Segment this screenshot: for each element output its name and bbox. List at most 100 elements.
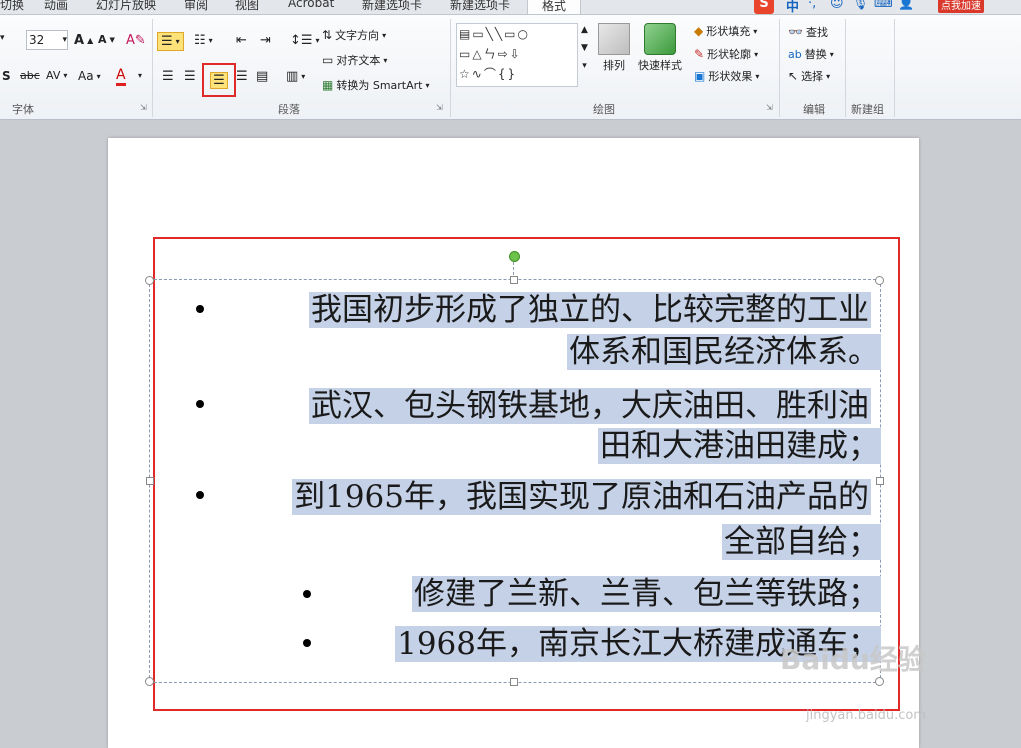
columns-icon[interactable]: ▥ ▾ — [286, 69, 305, 84]
align-right-button[interactable]: ☰ — [202, 63, 236, 97]
separator — [450, 19, 451, 117]
grow-font-icon[interactable]: A ▲ — [74, 33, 93, 48]
bullet-2 — [196, 400, 204, 408]
font-name-dropdown[interactable]: ▾ — [0, 33, 5, 43]
find-label: 查找 — [805, 26, 828, 39]
line-spacing-icon[interactable]: ↕☰ ▾ — [290, 33, 320, 48]
distributed-icon[interactable]: ▤ — [256, 69, 268, 84]
font-color-dropdown-icon[interactable]: ▾ — [138, 71, 142, 80]
emoji-icon[interactable]: ☺ — [830, 0, 844, 11]
tab-acrobat[interactable]: Acrobat — [288, 0, 334, 10]
resize-handle-r[interactable] — [876, 477, 884, 485]
resize-handle-br[interactable] — [875, 677, 884, 686]
user-icon[interactable]: 👤 — [898, 0, 914, 11]
ime-lang[interactable]: 中 — [786, 0, 799, 15]
increase-indent-icon[interactable]: ⇥ — [260, 33, 271, 48]
align-center-icon[interactable]: ☰ — [184, 69, 196, 84]
tab-review[interactable]: 审阅 — [184, 0, 208, 13]
slide-text-line[interactable]: 修建了兰新、兰青、包兰等铁路； — [412, 574, 881, 614]
shapes-row-2: ▭△ㄣ⇨⇩ — [459, 47, 522, 61]
bullets-button[interactable]: ☰ ▾ — [157, 32, 184, 51]
decrease-indent-icon[interactable]: ⇤ — [236, 33, 247, 48]
resize-handle-l[interactable] — [146, 477, 154, 485]
baidu-watermark: Baidu经验 — [780, 643, 926, 676]
slide-text-line[interactable]: 田和大港油田建成； — [598, 426, 881, 466]
bullet-4 — [303, 590, 311, 598]
resize-handle-bl[interactable] — [145, 677, 154, 686]
paragraph-dialog-launcher-icon[interactable]: ⇲ — [436, 103, 443, 112]
resize-handle-b[interactable] — [510, 678, 518, 686]
resize-handle-t[interactable] — [510, 276, 518, 284]
align-text-label: 对齐文本 — [336, 54, 381, 67]
font-group-label: 字体 — [12, 103, 34, 116]
shape-effects-button[interactable]: ▣ 形状效果 ▾ — [694, 68, 759, 84]
shape-fill-label: 形状填充 — [706, 25, 751, 38]
select-button[interactable]: ↖ 选择 ▾ — [788, 68, 830, 84]
sogou-icon[interactable]: S — [754, 0, 774, 14]
clear-format-icon[interactable]: A✎ — [126, 33, 146, 48]
keyboard-icon[interactable]: ⌨ — [874, 0, 893, 11]
tab-view[interactable]: 视图 — [235, 0, 259, 13]
shape-outline-icon: ✎ — [694, 47, 705, 61]
shapes-gallery[interactable]: ▤▭╲╲▭○ ▭△ㄣ⇨⇩ ☆∿⌒{} — [456, 23, 578, 87]
replace-button[interactable]: ab 替换 ▾ — [788, 46, 834, 62]
tab-format[interactable]: 格式 — [527, 0, 582, 14]
shape-fill-icon: ◆ — [694, 24, 704, 38]
tab-new-1[interactable]: 新建选项卡 — [362, 0, 422, 13]
shapes-row-1: ▤▭╲╲▭○ — [459, 27, 530, 41]
shape-effects-icon: ▣ — [694, 69, 706, 83]
shrink-font-icon[interactable]: A ▼ — [98, 33, 115, 46]
arrange-icon — [598, 23, 630, 55]
convert-smartart-button[interactable]: ▦ 转换为 SmartArt ▾ — [322, 77, 430, 93]
tab-new-2[interactable]: 新建选项卡 — [450, 0, 510, 13]
tab-transitions[interactable]: 切换 — [0, 0, 24, 13]
change-case-icon[interactable]: Aa ▾ — [78, 69, 101, 83]
slide-text-line[interactable]: 我国初步形成了独立的、比较完整的工业 — [309, 290, 871, 330]
shapes-scroll-icon[interactable]: ▲ ▼ ▾ — [581, 25, 588, 71]
replace-icon: ab — [788, 47, 802, 61]
punct-icon[interactable]: ·, — [808, 0, 816, 11]
tab-slideshow[interactable]: 幻灯片放映 — [96, 0, 156, 13]
font-size-box[interactable]: 32 ▾ — [26, 30, 68, 50]
justify-icon[interactable]: ☰ — [236, 69, 248, 84]
ribbon: ▾ 32 ▾ A ▲ A ▼ A✎ S abc AV ▾ Aa ▾ A ▾ 字体 ⇲ ☰ ▾… — [0, 15, 1021, 120]
slide-text-line[interactable]: 体系和国民经济体系。 — [567, 332, 881, 372]
shape-outline-label: 形状轮廓 — [707, 48, 752, 61]
shape-fill-button[interactable]: ◆ 形状填充 ▾ — [694, 23, 757, 39]
smartart-label: 转换为 SmartArt — [336, 79, 423, 92]
numbering-icon[interactable]: ☷ ▾ — [194, 33, 213, 48]
align-right-icon: ☰ — [210, 71, 228, 89]
strikethrough-icon[interactable]: abc — [20, 69, 40, 82]
slide-text-line[interactable]: 到1965年，我国实现了原油和石油产品的 — [292, 477, 871, 517]
ribbon-tabs: 切换 动画 幻灯片放映 审阅 视图 Acrobat 新建选项卡 新建选项卡 格式… — [0, 0, 1021, 15]
binoculars-icon: 👓 — [788, 25, 803, 39]
drawing-dialog-launcher-icon[interactable]: ⇲ — [766, 103, 773, 112]
shape-outline-button[interactable]: ✎ 形状轮廓 ▾ — [694, 46, 758, 62]
new-group-label: 新建组 — [851, 103, 884, 116]
accelerate-badge[interactable]: 点我加速 — [938, 0, 984, 13]
text-direction-button[interactable]: ⇅ 文字方向 ▾ — [322, 27, 386, 43]
select-label: 选择 — [801, 70, 824, 83]
find-button[interactable]: 👓 查找 — [788, 24, 828, 40]
resize-handle-tl[interactable] — [145, 276, 154, 285]
arrange-button[interactable]: 排列 — [598, 23, 630, 73]
quick-styles-icon — [644, 23, 676, 55]
shadow-icon[interactable]: S — [2, 69, 11, 83]
font-color-icon[interactable]: A — [116, 67, 126, 86]
rotate-handle[interactable] — [509, 251, 520, 262]
separator — [894, 19, 895, 117]
bullet-5 — [303, 639, 311, 647]
arrange-label: 排列 — [603, 59, 625, 72]
tab-animations[interactable]: 动画 — [44, 0, 68, 13]
resize-handle-tr[interactable] — [875, 276, 884, 285]
slide-text-line[interactable]: 全部自给； — [722, 522, 881, 562]
slide-text-line[interactable]: 武汉、包头钢铁基地，大庆油田、胜利油 — [309, 386, 871, 426]
replace-label: 替换 — [804, 48, 827, 61]
quick-styles-button[interactable]: 快速样式 — [638, 23, 682, 73]
char-spacing-icon[interactable]: AV ▾ — [46, 69, 67, 82]
font-dialog-launcher-icon[interactable]: ⇲ — [140, 103, 147, 112]
align-left-icon[interactable]: ☰ — [162, 69, 174, 84]
separator — [152, 19, 153, 117]
mic-icon[interactable]: 🎙 — [852, 0, 869, 11]
align-text-button[interactable]: ▭ 对齐文本 ▾ — [322, 52, 387, 68]
